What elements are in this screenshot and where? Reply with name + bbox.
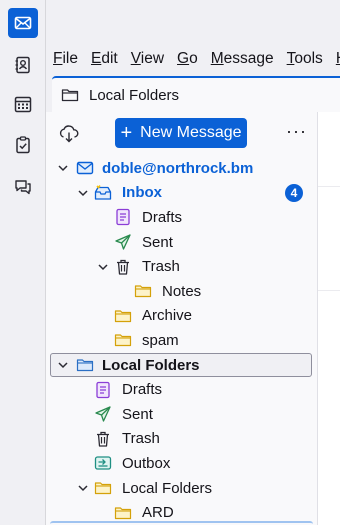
- menu-bar: File Edit View Go Message Tools H: [46, 44, 340, 74]
- chevron-down-icon[interactable]: [56, 161, 70, 175]
- tasks-space-button[interactable]: [8, 130, 38, 160]
- menu-message-key: M: [210, 50, 224, 67]
- tree-row-local-sent[interactable]: Sent: [46, 402, 317, 427]
- outbox-icon: [94, 454, 112, 472]
- archive-label: Archive: [142, 307, 193, 325]
- new-message-button[interactable]: + New Message: [115, 118, 247, 148]
- calendar-icon: [14, 96, 32, 113]
- menu-message[interactable]: Message: [211, 50, 274, 68]
- menu-tools-rest: ools: [294, 50, 323, 67]
- local-drafts-label: Drafts: [122, 381, 163, 399]
- menu-help-key: H: [336, 50, 340, 67]
- tree-row-drafts[interactable]: Drafts: [46, 205, 317, 230]
- tree-row-account[interactable]: doble@northrock.bm: [46, 156, 317, 181]
- inbox-label: Inbox: [122, 184, 162, 202]
- folder-pane: + New Message ··· doble@northrock.bm Inb…: [46, 112, 318, 525]
- chevron-down-icon[interactable]: [76, 481, 90, 495]
- tab-local-folders[interactable]: Local Folders: [52, 76, 340, 112]
- folder-pane-header: + New Message ···: [46, 118, 317, 148]
- menu-tools[interactable]: Tools: [287, 50, 323, 68]
- tree-row-sent[interactable]: Sent: [46, 230, 317, 255]
- menu-edit[interactable]: Edit: [91, 50, 118, 68]
- next-row-highlight: [50, 521, 313, 525]
- menu-view-key: V: [130, 50, 141, 67]
- plus-icon: +: [120, 122, 133, 144]
- unread-badge: 4: [285, 183, 303, 202]
- get-messages-icon[interactable]: [58, 124, 80, 144]
- notes-label: Notes: [162, 282, 202, 300]
- folder-icon: [114, 331, 132, 349]
- chevron-down-icon[interactable]: [96, 260, 110, 274]
- tab-label: Local Folders: [89, 86, 180, 104]
- drafts-icon: [114, 208, 132, 226]
- tree-row-outbox[interactable]: Outbox: [46, 451, 317, 476]
- tree-row-local-drafts[interactable]: Drafts: [46, 377, 317, 402]
- tree-row-local-subfolder[interactable]: Local Folders: [46, 476, 317, 501]
- address-book-icon: [15, 56, 30, 74]
- menu-go[interactable]: Go: [177, 50, 198, 68]
- chat-space-button[interactable]: [8, 172, 38, 202]
- message-list-area: [318, 112, 340, 525]
- folder-icon: [114, 504, 132, 522]
- spam-label: spam: [142, 331, 179, 349]
- mail-account-icon: [76, 159, 94, 177]
- tasks-icon: [16, 136, 30, 154]
- sent-icon: [94, 405, 112, 423]
- drafts-label: Drafts: [142, 208, 183, 226]
- tree-row-notes[interactable]: Notes: [46, 279, 317, 304]
- address-book-space-button[interactable]: [8, 50, 38, 80]
- tree-row-local-trash[interactable]: Trash: [46, 427, 317, 452]
- menu-file-rest: ile: [62, 50, 78, 67]
- trash-label: Trash: [142, 258, 180, 276]
- menu-go-key: G: [177, 50, 190, 67]
- spaces-toolbar: [0, 0, 46, 525]
- trash-icon: [94, 430, 112, 448]
- folder-icon: [134, 282, 152, 300]
- more-options-button[interactable]: ···: [286, 122, 306, 144]
- tab-strip: Local Folders: [46, 74, 340, 112]
- chat-icon: [15, 180, 31, 195]
- account-label: doble@northrock.bm: [102, 159, 254, 177]
- divider: [318, 290, 340, 291]
- calendar-space-button[interactable]: [8, 89, 38, 119]
- outbox-label: Outbox: [122, 454, 171, 472]
- mail-icon: [14, 16, 32, 30]
- local-subfolder-label: Local Folders: [122, 479, 213, 497]
- divider: [318, 186, 340, 187]
- menu-file[interactable]: File: [53, 50, 78, 68]
- menu-message-rest: essage: [223, 50, 274, 67]
- tree-row-inbox[interactable]: Inbox 4: [46, 181, 317, 206]
- tree-row-spam[interactable]: spam: [46, 328, 317, 353]
- trash-icon: [114, 258, 132, 276]
- new-message-label: New Message: [140, 124, 242, 141]
- folder-icon: [61, 89, 79, 102]
- chevron-down-icon[interactable]: [76, 186, 90, 200]
- inbox-icon: [94, 184, 112, 202]
- menu-help[interactable]: H: [336, 50, 340, 68]
- menu-edit-rest: dit: [101, 50, 118, 67]
- menu-view-rest: iew: [140, 50, 165, 67]
- folder-icon: [94, 479, 112, 497]
- tree-row-archive[interactable]: Archive: [46, 304, 317, 329]
- local-sent-label: Sent: [122, 405, 153, 423]
- chevron-down-icon[interactable]: [56, 358, 70, 372]
- local-trash-label: Trash: [122, 430, 160, 448]
- mail-space-button[interactable]: [8, 8, 38, 38]
- folder-icon: [114, 307, 132, 325]
- sent-icon: [114, 233, 132, 251]
- menu-go-rest: o: [189, 50, 198, 67]
- drafts-icon: [94, 381, 112, 399]
- local-folders-icon: [76, 356, 94, 374]
- title-bar: [46, 0, 340, 44]
- local-folders-label: Local Folders: [102, 356, 200, 374]
- tree-row-trash[interactable]: Trash: [46, 254, 317, 279]
- ard-label: ARD: [142, 504, 174, 522]
- sent-label: Sent: [142, 233, 173, 251]
- menu-edit-key: E: [90, 50, 102, 67]
- tree-row-local-folders[interactable]: Local Folders: [50, 352, 312, 378]
- menu-view[interactable]: View: [131, 50, 164, 68]
